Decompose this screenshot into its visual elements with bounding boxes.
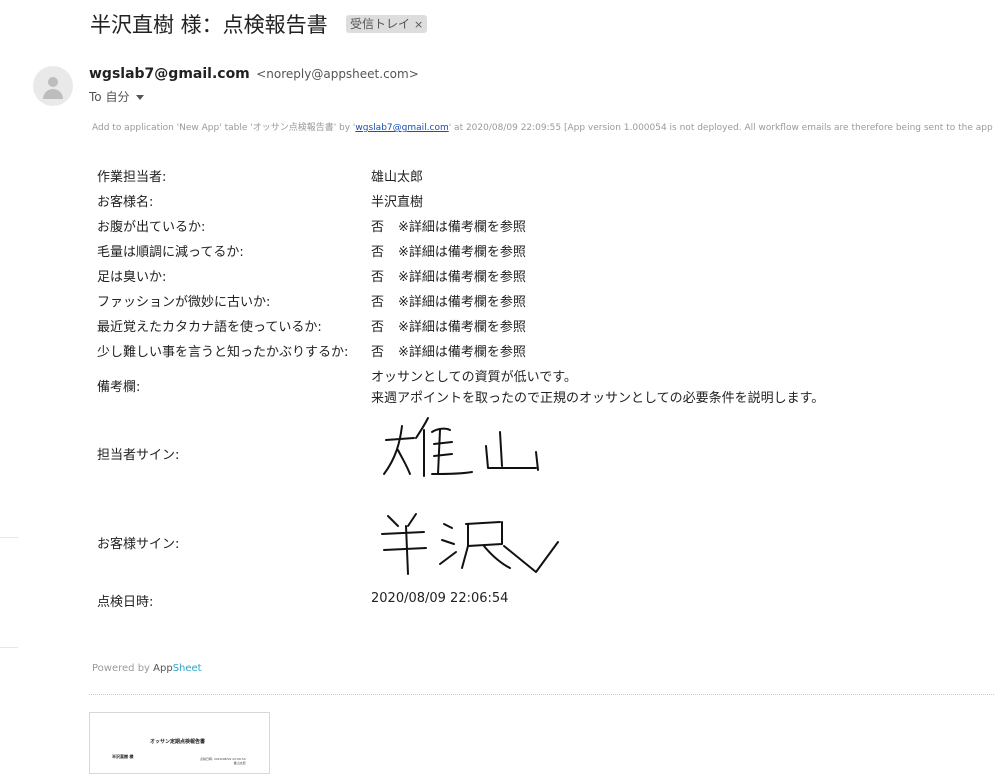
value-note: ※詳細は備考欄を参照 — [398, 270, 526, 285]
field-label: 最近覚えたカタカナ語を使っているか: — [97, 320, 322, 335]
recipient-line[interactable]: To 自分 — [89, 88, 145, 105]
powered-by-text: Powered by — [92, 663, 154, 674]
attachment-meta-line: 雄山太郎 — [233, 761, 246, 765]
appsheet-app-text: App — [153, 663, 173, 674]
staff-signature-image — [376, 412, 566, 492]
avatar-body-shape — [43, 89, 63, 99]
field-label: お客様名: — [97, 195, 154, 210]
field-label: 少し難しい事を言うと知ったかぶりするか: — [97, 345, 349, 360]
field-value: 否 ※詳細は備考欄を参照 — [371, 216, 526, 235]
field-label: お腹が出ているか: — [97, 220, 206, 235]
pdf-attachment-thumbnail[interactable]: オッサン定期点検報告書 半沢直樹 様 点検日時: 2020/08/09 22:0… — [89, 712, 270, 774]
value-note: ※詳細は備考欄を参照 — [398, 320, 526, 335]
meta-email-link[interactable]: wgslab7@gmail.com — [355, 123, 448, 133]
value-note: ※詳細は備考欄を参照 — [398, 245, 526, 260]
date-value: 2020/08/09 22:06:54 — [371, 591, 509, 606]
value-text: 否 — [371, 270, 385, 285]
appsheet-sheet-text: Sheet — [172, 663, 202, 674]
field-value: 否 ※詳細は備考欄を参照 — [371, 291, 526, 310]
date-label: 点検日時: — [97, 595, 154, 610]
inbox-label-chip[interactable]: 受信トレイ × — [346, 15, 428, 33]
field-label: ファッションが微妙に古いか: — [97, 295, 271, 310]
field-value: 否 ※詳細は備考欄を参照 — [371, 241, 526, 260]
field-label: 毛量は順調に減ってるか: — [97, 245, 244, 260]
attachment-meta: 点検日時: 2020/08/09 22:06:54 雄山太郎 — [200, 757, 246, 765]
value-note: ※詳細は備考欄を参照 — [398, 345, 526, 360]
sender-line: wgslab7@gmail.com <noreply@appsheet.com> — [89, 66, 419, 82]
value-text: 否 — [371, 220, 385, 235]
remove-label-icon[interactable]: × — [414, 18, 423, 31]
left-panel-edge — [0, 0, 18, 769]
remarks-label: 備考欄: — [97, 380, 141, 395]
edge-divider — [0, 647, 18, 648]
meta-suffix: ' at 2020/08/09 22:09:55 [App version 1.… — [448, 123, 994, 133]
email-subject: 半沢直樹 様：点検報告書 — [90, 13, 328, 37]
recipient-label: To 自分 — [89, 90, 130, 104]
attachment-divider — [89, 694, 994, 695]
field-value: 否 ※詳細は備考欄を参照 — [371, 316, 526, 335]
sender-address: <noreply@appsheet.com> — [256, 67, 419, 81]
appsheet-meta-line: Add to application 'New App' table 'オッサン… — [92, 120, 994, 133]
sender-avatar — [33, 66, 73, 106]
inbox-label-text: 受信トレイ — [350, 17, 411, 31]
remarks-line-1: オッサンとしての資質が低いです。 — [371, 370, 577, 385]
value-text: 否 — [371, 320, 385, 335]
field-value: 否 ※詳細は備考欄を参照 — [371, 341, 526, 360]
customer-sign-label: お客様サイン: — [97, 537, 180, 552]
meta-prefix: Add to application 'New App' table 'オッサン… — [92, 123, 356, 133]
value-text: 否 — [371, 345, 385, 360]
attachment-name: 半沢直樹 様 — [112, 754, 134, 759]
edge-divider — [0, 537, 18, 538]
field-label: 足は臭いか: — [97, 270, 167, 285]
attachment-title: オッサン定期点検報告書 — [150, 739, 206, 745]
field-value: 半沢直樹 — [371, 191, 423, 210]
value-text: 半沢直樹 — [371, 195, 424, 210]
value-text: 否 — [371, 245, 385, 260]
remarks-line-2: 来週アポイントを取ったので正規のオッサンとしての必要条件を説明します。 — [371, 391, 825, 406]
powered-by-appsheet[interactable]: Powered by AppSheet — [92, 663, 202, 674]
field-label: 作業担当者: — [97, 170, 167, 185]
value-note: ※詳細は備考欄を参照 — [398, 220, 526, 235]
customer-signature-image — [376, 506, 576, 586]
avatar-head-shape — [48, 77, 58, 87]
chevron-down-icon[interactable] — [136, 95, 145, 100]
field-value: 否 ※詳細は備考欄を参照 — [371, 266, 526, 285]
field-value: 雄山太郎 — [371, 166, 423, 185]
value-text: 雄山太郎 — [371, 170, 424, 185]
value-note: ※詳細は備考欄を参照 — [398, 295, 526, 310]
staff-sign-label: 担当者サイン: — [97, 448, 180, 463]
sender-name[interactable]: wgslab7@gmail.com — [89, 66, 250, 82]
value-text: 否 — [371, 295, 385, 310]
